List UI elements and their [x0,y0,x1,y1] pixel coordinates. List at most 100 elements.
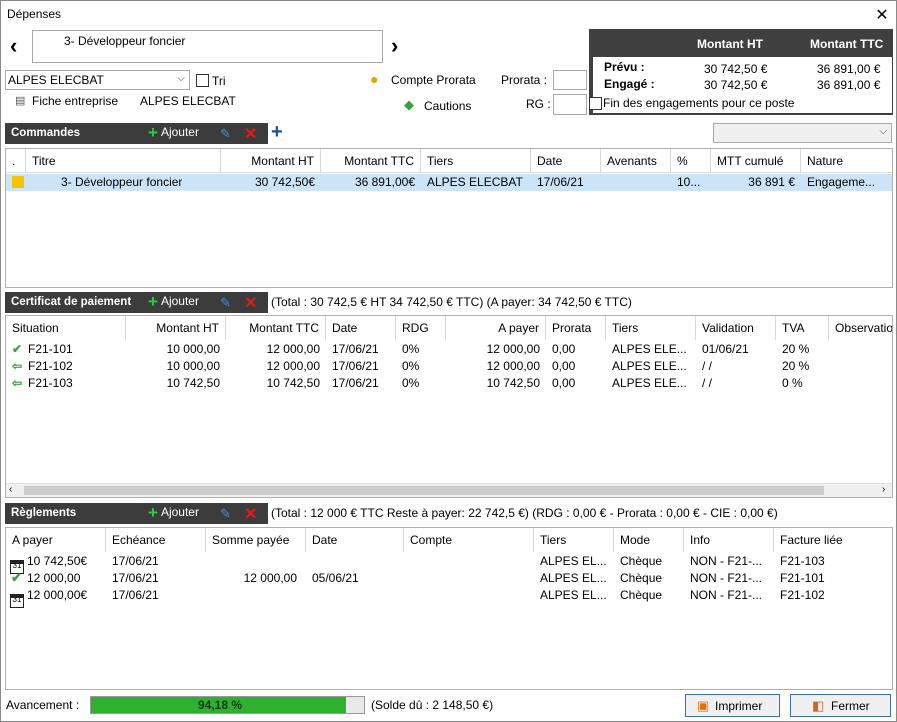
row-titre: 3- Développeur foncier [61,175,183,189]
col-tiers[interactable]: Tiers [421,149,531,173]
plus-icon: + [148,292,158,311]
close-icon[interactable]: ✕ [873,5,891,25]
prorata-input[interactable] [553,70,587,90]
tiers: ALPES ELE... [612,376,687,390]
col-a-payer[interactable]: A payer [446,316,546,340]
fiche-entreprise-value: ALPES ELECBAT [140,94,236,108]
fin-engagements-label: Fin des engagements pour ce poste [603,96,795,110]
certificat-row[interactable]: ⇦ F21-103 10 742,50 10 742,50 17/06/21 0% 10 7… [6,375,892,392]
echeance: 17/06/21 [112,588,159,602]
imprimer-button[interactable]: ▣ Imprimer [685,694,780,717]
validation: 01/06/21 [702,342,749,356]
mode: Chèque [620,571,663,585]
col-dot[interactable]: . [6,149,26,173]
tiers: ALPES EL... [540,571,607,585]
col-echeance[interactable]: Echéance [106,528,206,552]
document-icon: ▤ [15,95,26,107]
project-name-text: 3- Développeur foncier [64,34,186,48]
horizontal-scrollbar[interactable]: ‹ › [6,483,892,497]
col-avenants[interactable]: Avenants [601,149,671,173]
row-mtt-cumule: 36 891 € [748,175,795,189]
date: 17/06/21 [332,359,379,373]
fermer-button[interactable]: ◧ Fermer [790,694,891,717]
reglement-row[interactable]: 31 10 742,50€ 17/06/21 ALPES EL... Chèque NON… [6,553,892,574]
col-montant-ttc[interactable]: Montant TTC [226,316,326,340]
commandes-row[interactable]: 3- Développeur foncier 30 742,50€ 36 891… [6,174,892,191]
chevron-down-icon[interactable]: ⌵ [879,126,887,137]
col-montant-ht[interactable]: Montant HT [221,149,321,173]
reglement-row[interactable]: 31 12 000,00€ 17/06/21 ALPES EL... Chèque NON… [6,587,892,608]
col-rdg[interactable]: RDG [396,316,446,340]
reglements-add-button[interactable]: + Ajouter [148,504,199,521]
col-tiers[interactable]: Tiers [606,316,696,340]
col-montant-ttc[interactable]: Montant TTC [321,149,421,173]
certificat-row[interactable]: ✔ F21-101 10 000,00 12 000,00 17/06/21 0% 12 0… [6,341,892,358]
rg-input[interactable] [553,94,587,115]
certificat-add-button[interactable]: + Ajouter [148,292,199,311]
scrollbar-thumb[interactable] [24,486,824,495]
commandes-add-button[interactable]: + Ajouter [148,124,199,141]
col-facture-liee[interactable]: Facture liée [774,528,892,552]
col-tva[interactable]: TVA [776,316,829,340]
chevron-down-icon[interactable]: ⌵ [177,73,185,84]
col-somme-payee[interactable]: Somme payée [206,528,306,552]
col-situation[interactable]: Situation [6,316,126,340]
date: 17/06/21 [332,342,379,356]
check-icon: ✔ [12,342,23,356]
col-validation[interactable]: Validation [696,316,776,340]
tiers: ALPES EL... [540,554,607,568]
col-prorata[interactable]: Prorata [546,316,606,340]
company-combo[interactable]: ALPES ELECBAT ⌵ [5,70,190,90]
commandes-add-label: Ajouter [160,125,199,139]
edit-pencil-icon[interactable]: ✎ [220,126,231,142]
tri-checkbox[interactable] [196,74,209,87]
next-arrow-icon[interactable]: › [391,35,398,57]
delete-x-icon[interactable]: ✕ [244,293,257,313]
title-bar: Dépenses ✕ [1,1,896,29]
summary-col-ttc: Montant TTC [810,37,884,51]
compte-prorata-link[interactable]: Compte Prorata [391,73,476,87]
add-blue-plus-icon[interactable]: + [271,121,283,144]
col-date[interactable]: Date [326,316,396,340]
a-payer: 12 000,00 [486,342,540,356]
col-titre[interactable]: Titre [26,149,221,173]
col-observation[interactable]: Observatio [829,316,892,340]
echeance: 17/06/21 [112,554,159,568]
col-compte[interactable]: Compte [404,528,534,552]
tva: 20 % [782,342,810,356]
prev-arrow-icon[interactable]: ‹ [10,35,17,57]
col-date[interactable]: Date [306,528,404,552]
col-info[interactable]: Info [684,528,774,552]
delete-x-icon[interactable]: ✕ [244,504,257,524]
col-tiers[interactable]: Tiers [534,528,614,552]
edit-pencil-icon[interactable]: ✎ [220,506,231,522]
prevu-ttc: 36 891,00 € [817,62,881,76]
tva: 20 % [782,359,810,373]
scroll-right-icon[interactable]: › [882,484,885,495]
col-pct[interactable]: % [671,149,711,173]
reglements-header-row: A payer Echéance Somme payée Date Compte… [6,528,892,552]
col-nature[interactable]: Nature [801,149,892,173]
situation: F21-102 [28,359,73,373]
tiers: ALPES EL... [540,588,607,602]
row-tiers: ALPES ELECBAT [427,175,523,189]
tiers: ALPES ELE... [612,359,687,373]
certificat-row[interactable]: ⇦ F21-102 10 000,00 12 000,00 17/06/21 0% 12 0… [6,358,892,375]
reglement-row[interactable]: ✔ 12 000,00 17/06/21 12 000,00 05/06/21 ALPES… [6,570,892,587]
avancement-progress-bar: 94,18 % [90,696,365,714]
col-mode[interactable]: Mode [614,528,684,552]
scroll-left-icon[interactable]: ‹ [9,484,12,495]
delete-x-icon[interactable]: ✕ [244,124,257,144]
situation: F21-101 [28,342,73,356]
fiche-entreprise-link[interactable]: Fiche entreprise [32,94,118,108]
prorata: 0,00 [552,342,576,356]
fin-engagements-checkbox[interactable] [589,97,602,110]
col-date[interactable]: Date [531,149,601,173]
cautions-link[interactable]: Cautions [424,99,471,113]
commandes-filter-combo[interactable]: ⌵ [713,123,892,143]
col-mtt-cumule[interactable]: MTT cumulé [711,149,801,173]
col-a-payer[interactable]: A payer [6,528,106,552]
project-name-field[interactable]: 3- Développeur foncier [32,30,383,63]
col-montant-ht[interactable]: Montant HT [126,316,226,340]
edit-pencil-icon[interactable]: ✎ [220,295,231,311]
